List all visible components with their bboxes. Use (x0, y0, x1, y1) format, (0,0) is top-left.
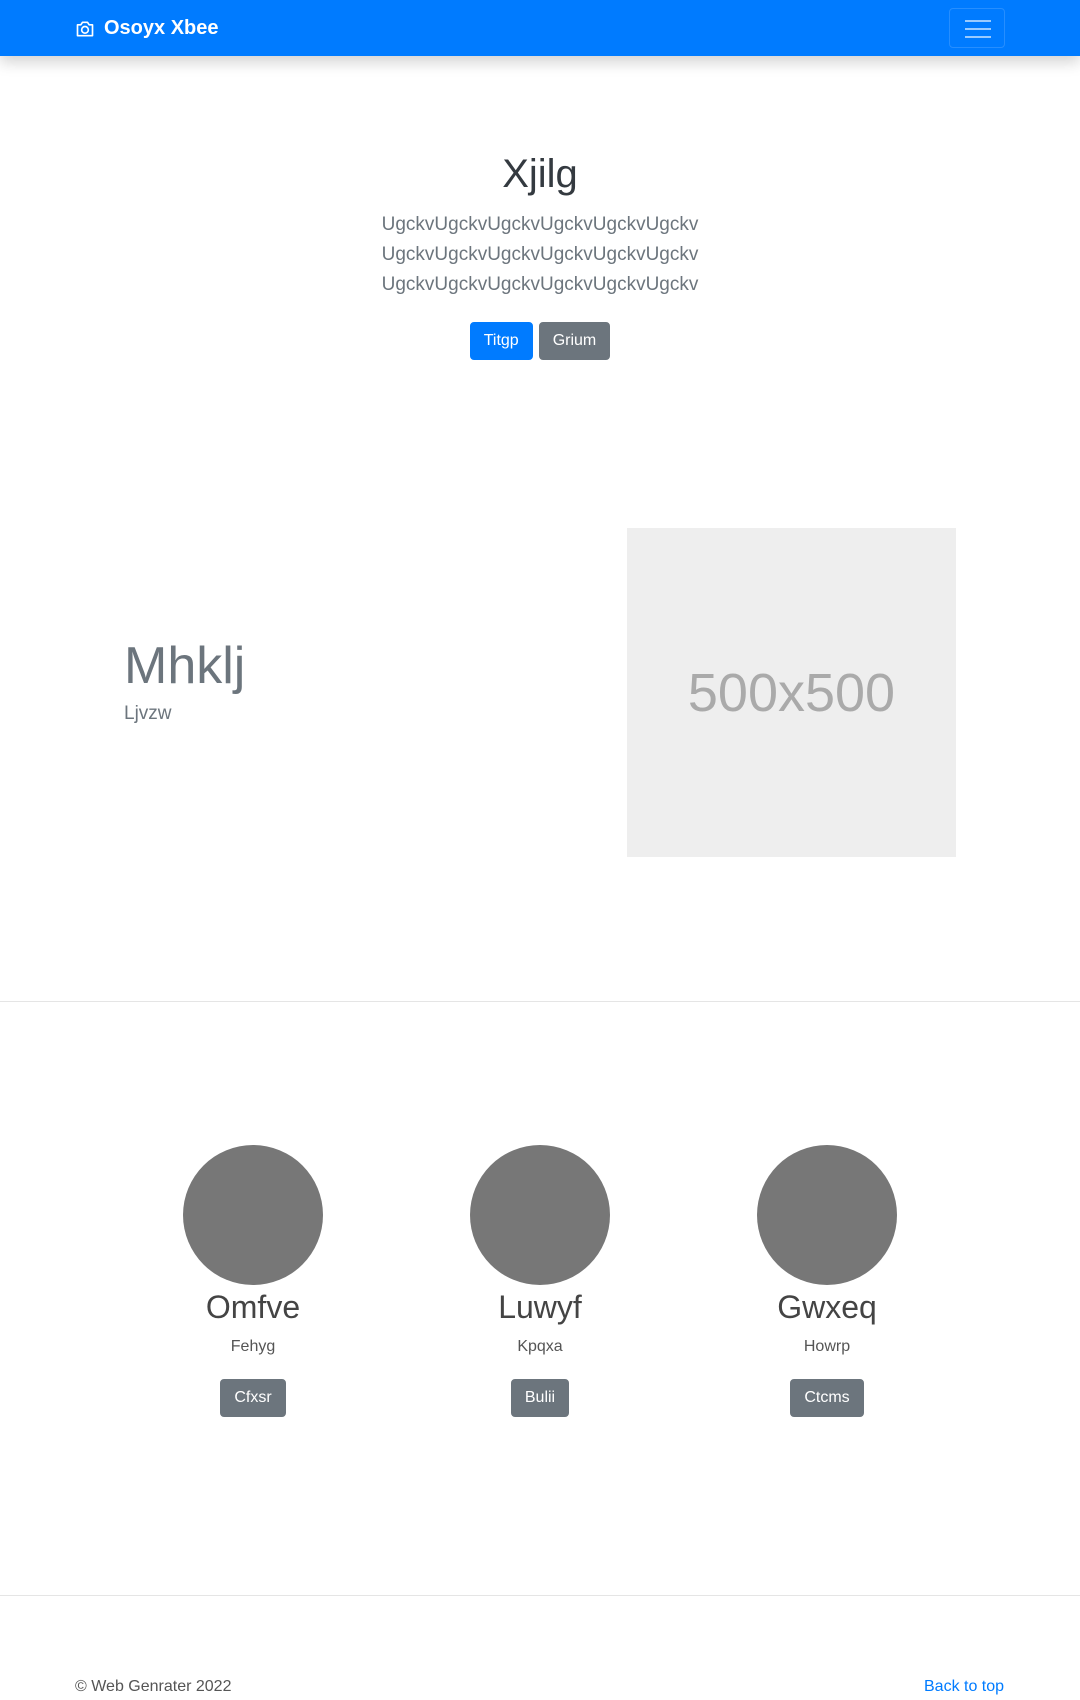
brand-name: Osoyx Xbee (104, 17, 219, 39)
person-button[interactable]: Cfxsr (220, 1379, 286, 1417)
navbar: Osoyx Xbee (0, 0, 1080, 56)
person-name: Luwyf (498, 1289, 582, 1325)
hero-secondary-button[interactable]: Grium (538, 322, 611, 360)
avatar (757, 1145, 897, 1285)
hero-buttons: Titgp Grium (0, 322, 1080, 360)
footer-copyright: © Web Genrater 2022 (75, 1678, 232, 1695)
person-name: Omfve (205, 1289, 301, 1325)
camera-icon (76, 21, 94, 37)
feature-heading: Mhklj (124, 637, 246, 695)
placeholder-label: 500x500 (687, 662, 896, 723)
person-card: Luwyf Kpqxa Bulii (400, 1145, 680, 1417)
hero-lead: UgckvUgckvUgckvUgckvUgckvUgckvUgckvUgckv… (381, 214, 699, 295)
person-button[interactable]: Bulii (510, 1379, 570, 1417)
feature-subheading: Ljvzw (124, 703, 172, 724)
person-description: Kpqxa (517, 1338, 563, 1355)
person-card: Omfve Fehyg Cfxsr (113, 1145, 393, 1417)
footer-divider (0, 1595, 1080, 1596)
person-button[interactable]: Ctcms (790, 1379, 864, 1417)
section-divider (0, 1001, 1080, 1002)
person-name: Gwxeq (777, 1289, 877, 1325)
person-description: Howrp (803, 1338, 851, 1355)
navbar-toggler-button[interactable] (949, 8, 1005, 48)
back-to-top-link[interactable]: Back to top (924, 1678, 1004, 1696)
hamburger-icon (965, 20, 991, 38)
person-card: Gwxeq Howrp Ctcms (687, 1145, 967, 1417)
avatar (470, 1145, 610, 1285)
hero-primary-button[interactable]: Titgp (469, 322, 533, 360)
feature-image-placeholder: 500x500 (627, 528, 956, 857)
person-description: Fehyg (230, 1338, 276, 1355)
hero-title: Xjilg (502, 152, 578, 196)
brand-link[interactable]: Osoyx Xbee (75, 17, 219, 40)
avatar (183, 1145, 323, 1285)
